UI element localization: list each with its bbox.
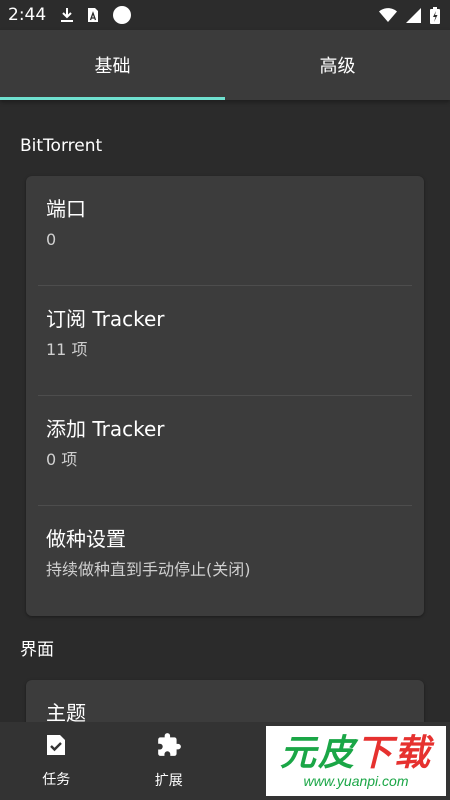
settings-content[interactable]: BitTorrent 端口 0 订阅 Tracker 11 项 添加 Track… <box>0 100 450 722</box>
watermark-green-text: 元皮 <box>279 732 356 774</box>
watermark-title: 元皮下载 <box>280 733 432 773</box>
pref-port-title: 端口 <box>46 197 86 221</box>
pref-seeding-settings-summary: 持续做种直到手动停止(关闭) <box>46 560 251 579</box>
pref-subscribe-tracker-summary: 11 项 <box>46 340 88 359</box>
tab-basic[interactable]: 基础 <box>0 30 225 100</box>
status-bar: 2:44 <box>0 0 450 30</box>
pref-subscribe-tracker[interactable]: 订阅 Tracker 11 项 <box>26 286 424 396</box>
watermark-logo: 元皮下载 www.yuanpi.com <box>266 726 446 796</box>
pref-theme-title: 主题 <box>46 701 86 722</box>
pref-seeding-settings-title: 做种设置 <box>46 527 126 551</box>
nav-extensions[interactable]: 扩展 <box>113 722 226 800</box>
pref-add-tracker-title: 添加 Tracker <box>46 417 165 441</box>
pref-port[interactable]: 端口 0 <box>26 176 424 286</box>
bittorrent-card: 端口 0 订阅 Tracker 11 项 添加 Tracker 0 项 做种设置… <box>26 176 424 616</box>
watermark-url: www.yuanpi.com <box>303 773 409 789</box>
interface-card: 主题 <box>26 680 424 722</box>
pref-add-tracker[interactable]: 添加 Tracker 0 项 <box>26 396 424 506</box>
section-header-bittorrent: BitTorrent <box>20 136 103 156</box>
section-header-interface: 界面 <box>20 640 54 660</box>
tab-bar: 基础 高级 <box>0 30 450 100</box>
pref-theme[interactable]: 主题 <box>26 680 424 722</box>
battery-charging-icon <box>430 6 440 24</box>
wifi-icon <box>379 8 397 22</box>
nav-extensions-label: 扩展 <box>154 773 183 789</box>
status-notification-icons <box>60 5 132 25</box>
download-icon <box>60 7 74 23</box>
app-a-icon <box>86 7 100 23</box>
pref-seeding-settings[interactable]: 做种设置 持续做种直到手动停止(关闭) <box>26 506 424 616</box>
pref-add-tracker-summary: 0 项 <box>46 450 78 469</box>
signal-icon <box>406 7 421 23</box>
watermark-red-text: 下载 <box>356 732 433 774</box>
pref-subscribe-tracker-title: 订阅 Tracker <box>46 307 165 331</box>
task-list-icon <box>45 733 67 761</box>
status-time: 2:44 <box>8 5 47 25</box>
status-system-icons <box>379 6 440 24</box>
nav-tasks[interactable]: 任务 <box>0 722 113 800</box>
tab-advanced[interactable]: 高级 <box>225 30 450 100</box>
pref-port-summary: 0 <box>46 230 57 249</box>
nav-tasks-label: 任务 <box>42 772 71 788</box>
circle-icon <box>112 5 132 25</box>
puzzle-icon <box>156 732 182 762</box>
